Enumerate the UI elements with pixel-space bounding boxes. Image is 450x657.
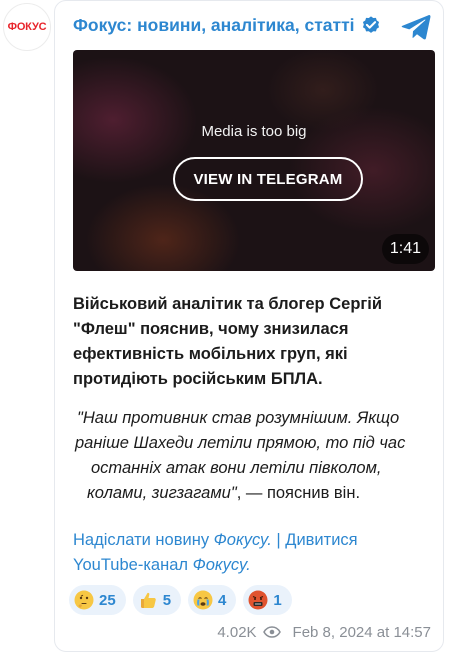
post-card: Фокус: новини, аналітика, статті Media i… xyxy=(54,0,444,652)
reaction-thinking[interactable]: 25 xyxy=(69,585,126,615)
verified-badge-icon xyxy=(362,16,380,33)
channel-avatar[interactable]: ФОКУС xyxy=(3,3,51,51)
link-separator: | xyxy=(271,531,286,549)
video-media[interactable]: Media is too big VIEW IN TELEGRAM 1:41 xyxy=(73,50,435,271)
reaction-count: 5 xyxy=(162,591,172,609)
quote-line: раніше Шахеди летіли прямою, то під час xyxy=(75,434,406,452)
post-links: Надіслати новину Фокусу. | Дивитися YouT… xyxy=(73,528,429,578)
post-header: Фокус: новини, аналітика, статті xyxy=(55,1,443,51)
reaction-count: 1 xyxy=(273,591,282,609)
telegram-icon[interactable] xyxy=(401,14,431,40)
reaction-count: 4 xyxy=(218,591,227,609)
post-date-link[interactable]: Feb 8, 2024 at 14:57 xyxy=(293,624,431,641)
youtube-channel-link[interactable]: Дивитися xyxy=(285,531,357,549)
reaction-angry[interactable]: 1 xyxy=(243,585,292,615)
reactions-bar: 25 5 4 1 xyxy=(69,585,292,615)
post-footer: 4.02K Feb 8, 2024 at 14:57 xyxy=(217,621,431,643)
avatar-logo-text: ФОКУС xyxy=(7,21,47,33)
reaction-crying[interactable]: 4 xyxy=(188,585,237,615)
view-in-telegram-button[interactable]: VIEW IN TELEGRAM xyxy=(173,157,363,201)
reaction-thumbs-up[interactable]: 5 xyxy=(132,585,182,615)
channel-name-link[interactable]: Фокус: новини, аналітика, статті xyxy=(73,15,355,36)
media-too-big-message: Media is too big xyxy=(201,123,307,140)
thumbs-up-icon xyxy=(140,592,156,608)
quote-line: останніх атак вони летіли півколом, xyxy=(91,459,382,477)
send-news-link[interactable]: Надіслати новину Фокусу. xyxy=(73,531,272,549)
eye-icon xyxy=(262,626,281,638)
reaction-count: 25 xyxy=(99,591,116,609)
youtube-channel-link-cont[interactable]: YouTube-канал Фокусу. xyxy=(73,556,251,574)
video-duration-badge: 1:41 xyxy=(381,234,429,264)
views-count: 4.02K xyxy=(217,623,257,641)
thinking-face-icon xyxy=(74,590,94,610)
quote-attribution: , — пояснив він. xyxy=(236,484,361,502)
quote-line: "Наш противник став розумнішим. Якщо xyxy=(77,409,400,427)
angry-cursing-face-icon xyxy=(248,590,268,610)
post-quote-text: "Наш противник став розумнішим. Якщо ран… xyxy=(73,406,429,506)
lead-line: протидіють російським БПЛА. xyxy=(73,370,323,388)
lead-line: ефективність мобільних груп, які xyxy=(73,345,348,363)
crying-face-icon xyxy=(193,590,213,610)
lead-line: "Флеш" пояснив, чому знизилася xyxy=(73,320,349,338)
quote-line: колами, зигзагами" xyxy=(87,484,237,502)
post-lead-text: Військовий аналітик та блогер Сергій "Фл… xyxy=(73,292,429,392)
lead-line: Військовий аналітик та блогер Сергій xyxy=(73,295,382,313)
